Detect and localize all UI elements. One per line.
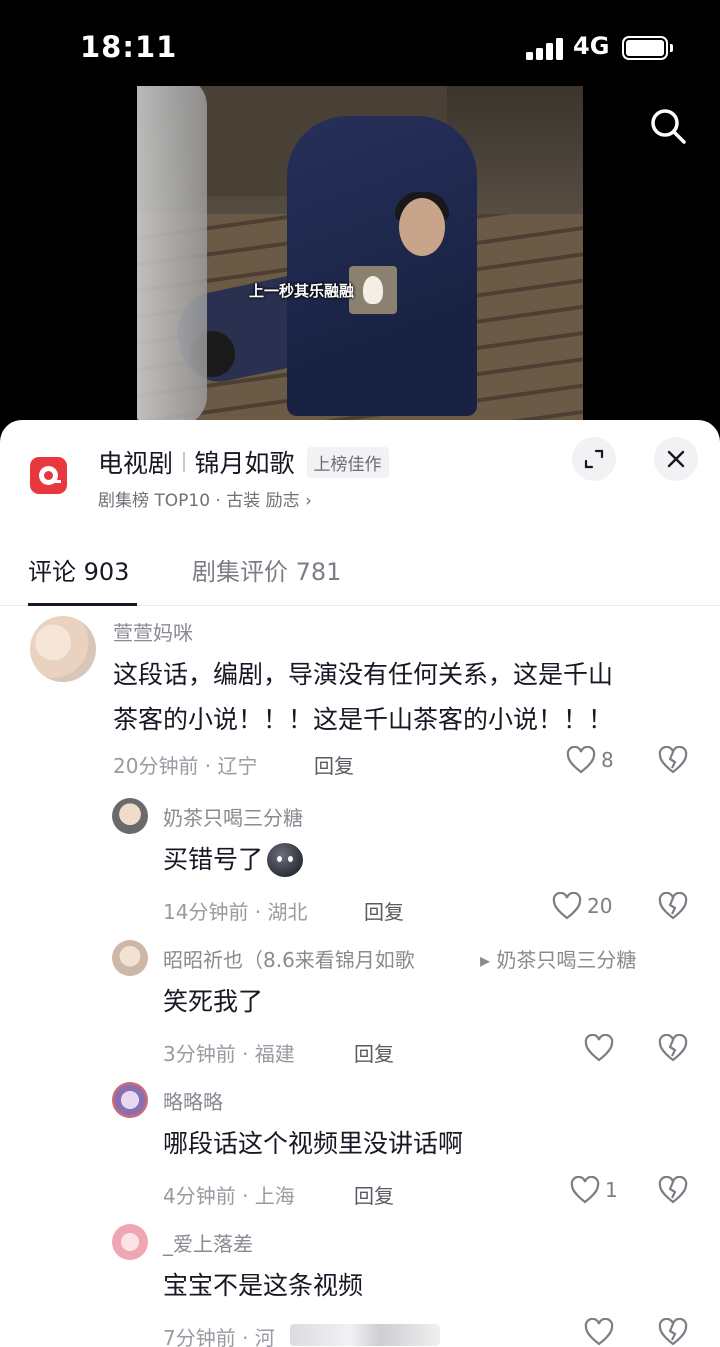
heart-icon — [570, 1176, 600, 1204]
dislike-button[interactable] — [658, 1033, 688, 1066]
comment-text: 买错号了 — [163, 845, 264, 874]
network-type: 4G — [573, 32, 610, 60]
emoji-icon — [267, 842, 304, 877]
heart-icon — [566, 746, 596, 774]
like-count: 1 — [605, 1178, 618, 1202]
avatar[interactable] — [112, 940, 148, 976]
blurred-overlay — [290, 1324, 440, 1346]
close-button[interactable] — [654, 437, 698, 481]
video-caption: 上一秒其乐融融 — [249, 282, 355, 300]
broken-heart-icon — [658, 1033, 688, 1062]
heart-icon — [552, 892, 582, 920]
close-icon — [667, 450, 685, 468]
status-bar: 18:11 4G — [0, 0, 720, 90]
comment-text-cont: 茶客的小说！！！这是千山茶客的小说！！！ — [113, 705, 614, 734]
drama-title-row[interactable]: 电视剧 锦月如歌 上榜佳作 — [98, 444, 389, 480]
duck-sticker — [349, 266, 397, 314]
reply-button[interactable]: 回复 — [354, 1180, 394, 1209]
comment-username[interactable]: 奶茶只喝三分糖 — [163, 802, 303, 831]
comment-text: 宝宝不是这条视频 — [163, 1271, 364, 1300]
reply-button[interactable]: 回复 — [354, 1038, 394, 1067]
comment-username[interactable]: _爱上落差 — [163, 1228, 253, 1257]
comment-meta: 3分钟前 · 福建 — [163, 1042, 295, 1066]
reply-button[interactable]: 回复 — [314, 750, 354, 779]
like-count: 8 — [601, 748, 614, 772]
comment-username[interactable]: 萱萱妈咪 — [113, 617, 193, 646]
avatar[interactable] — [112, 1082, 148, 1118]
comment-username[interactable]: 昭昭祈也（8.6来看锦月如歌 — [163, 944, 415, 973]
tab-comments[interactable]: 评论 903 — [28, 552, 129, 587]
expand-button[interactable] — [572, 437, 616, 481]
drama-app-icon[interactable] — [30, 457, 67, 494]
comment-meta: 20分钟前 · 辽宁 — [113, 754, 258, 778]
like-button[interactable] — [584, 1318, 619, 1346]
dislike-button[interactable] — [658, 745, 688, 778]
like-count: 20 — [587, 894, 613, 918]
search-icon[interactable] — [648, 106, 688, 146]
comment-tabs: 评论 903 剧集评价 781 — [0, 538, 720, 606]
broken-heart-icon — [658, 1317, 688, 1346]
comment-meta: 7分钟前 · 河 — [163, 1326, 275, 1347]
comment-username[interactable]: 略略略 — [163, 1086, 223, 1115]
drama-name: 锦月如歌 — [194, 449, 295, 478]
broken-heart-icon — [658, 891, 688, 920]
signal-icon — [526, 38, 564, 60]
battery-icon — [622, 36, 673, 60]
reply-target[interactable]: ▸ 奶茶只喝三分糖 — [480, 944, 636, 973]
comment-text: 笑死我了 — [163, 987, 264, 1016]
reply-button[interactable]: 回复 — [364, 896, 404, 925]
status-time: 18:11 — [80, 30, 178, 64]
avatar[interactable] — [112, 1224, 148, 1260]
heart-icon — [584, 1318, 614, 1346]
comment-meta: 14分钟前 · 湖北 — [163, 900, 308, 924]
like-button[interactable]: 20 — [552, 892, 612, 920]
comment-meta: 4分钟前 · 上海 — [163, 1184, 295, 1208]
ranking-subline[interactable]: 剧集榜 TOP10 · 古装 励志 › — [98, 486, 312, 511]
dislike-button[interactable] — [658, 1317, 688, 1347]
expand-icon — [584, 449, 604, 469]
comment-text: 这段话，编剧，导演没有任何关系，这是千山 — [113, 660, 614, 689]
like-button[interactable] — [584, 1034, 619, 1062]
title-divider — [183, 452, 185, 472]
dislike-button[interactable] — [658, 891, 688, 924]
avatar[interactable] — [30, 616, 96, 682]
like-button[interactable]: 1 — [570, 1176, 618, 1204]
broken-heart-icon — [658, 745, 688, 774]
comment-text: 哪段话这个视频里没讲话啊 — [163, 1129, 464, 1158]
avatar[interactable] — [112, 798, 148, 834]
ranking-badge: 上榜佳作 — [306, 446, 389, 478]
like-button[interactable]: 8 — [566, 746, 614, 774]
comment-panel: 电视剧 锦月如歌 上榜佳作 剧集榜 TOP10 · 古装 励志 › 评论 903… — [0, 420, 720, 1347]
category-label: 电视剧 — [98, 449, 174, 478]
video-player[interactable]: 上一秒其乐融融 — [137, 86, 583, 422]
dislike-button[interactable] — [658, 1175, 688, 1208]
heart-icon — [584, 1034, 614, 1062]
broken-heart-icon — [658, 1175, 688, 1204]
tab-reviews[interactable]: 剧集评价 781 — [192, 552, 341, 587]
active-tab-indicator — [28, 603, 137, 606]
